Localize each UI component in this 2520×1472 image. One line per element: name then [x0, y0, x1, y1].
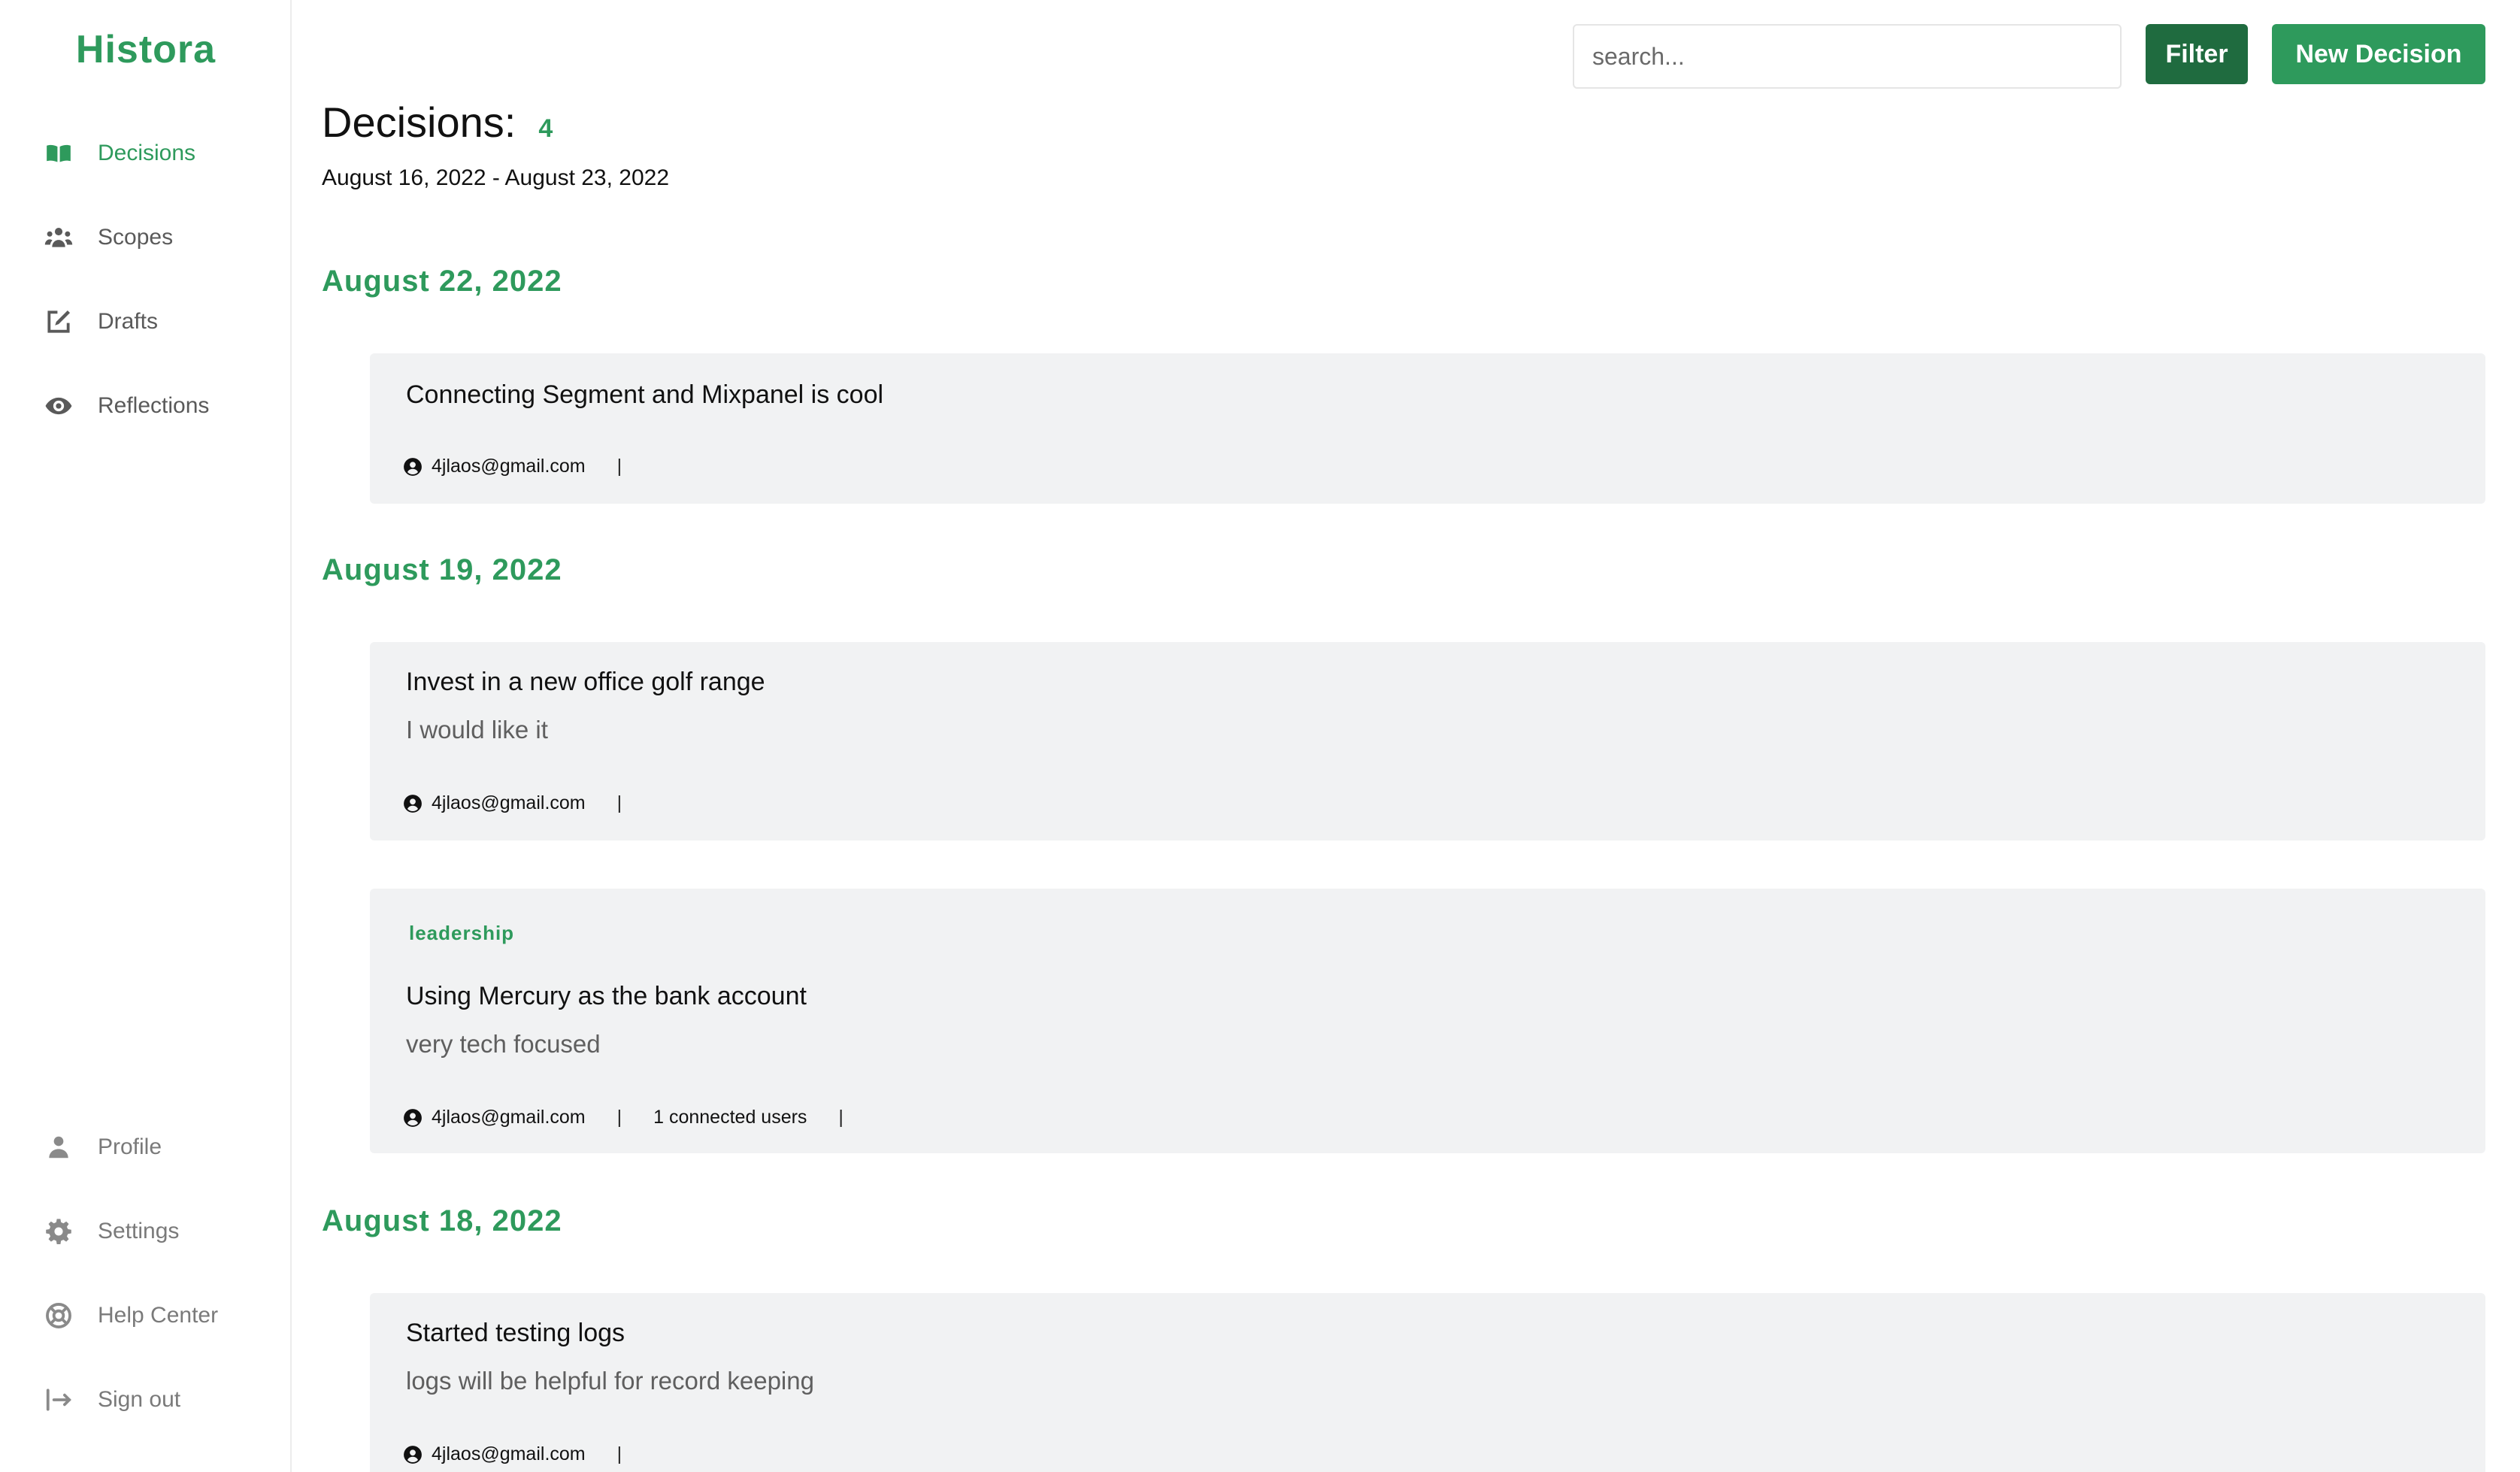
decision-author[interactable]: 4jlaos@gmail.com	[432, 456, 586, 477]
decision-meta: 4jlaos@gmail.com |	[403, 792, 653, 814]
new-decision-button[interactable]: New Decision	[2272, 24, 2485, 84]
sidebar-item-help-center[interactable]: Help Center	[42, 1293, 218, 1338]
sidebar-item-decisions[interactable]: Decisions	[42, 131, 195, 176]
decision-description: I would like it	[406, 716, 548, 744]
date-group-heading: August 22, 2022	[322, 265, 562, 298]
decision-description: logs will be helpful for record keeping	[406, 1367, 814, 1395]
sidebar-item-profile[interactable]: Profile	[42, 1125, 162, 1170]
sidebar-item-reflections[interactable]: Reflections	[42, 383, 209, 429]
decision-description: very tech focused	[406, 1030, 601, 1058]
decision-card[interactable]: leadership Using Mercury as the bank acc…	[370, 889, 2485, 1153]
meta-separator: |	[616, 1107, 622, 1128]
user-circle-icon	[403, 794, 423, 813]
decision-card[interactable]: Started testing logs logs will be helpfu…	[370, 1293, 2485, 1472]
scope-tag[interactable]: leadership	[409, 922, 514, 945]
date-group-heading: August 18, 2022	[322, 1204, 562, 1237]
user-circle-icon	[403, 457, 423, 477]
sidebar: Histora Decisions Scopes Drafts Reflecti…	[0, 0, 292, 1472]
sidebar-item-label: Help Center	[98, 1303, 219, 1328]
decision-title: Using Mercury as the bank account	[406, 982, 807, 1010]
decision-author[interactable]: 4jlaos@gmail.com	[432, 1443, 586, 1465]
meta-separator: |	[838, 1107, 844, 1128]
date-range: August 16, 2022 - August 23, 2022	[322, 165, 670, 190]
decision-card[interactable]: Invest in a new office golf range I woul…	[370, 642, 2485, 840]
page-title: Decisions:	[322, 98, 516, 146]
app-root: Histora Decisions Scopes Drafts Reflecti…	[0, 0, 2520, 1472]
sidebar-item-label: Scopes	[98, 225, 174, 250]
meta-separator: |	[616, 456, 622, 477]
decision-count-badge: 4	[538, 114, 553, 143]
users-icon	[42, 221, 75, 254]
decision-title: Invest in a new office golf range	[406, 668, 765, 696]
meta-separator: |	[616, 1443, 622, 1464]
user-circle-icon	[403, 1445, 423, 1464]
meta-separator: |	[616, 792, 622, 813]
filter-button[interactable]: Filter	[2146, 24, 2248, 84]
book-icon	[42, 137, 75, 170]
eye-icon	[42, 389, 75, 423]
search-input[interactable]	[1573, 24, 2122, 89]
decision-title: Connecting Segment and Mixpanel is cool	[406, 380, 884, 409]
sidebar-item-label: Decisions	[98, 141, 196, 165]
sidebar-item-drafts[interactable]: Drafts	[42, 299, 158, 344]
decision-meta: 4jlaos@gmail.com | 1 connected users |	[403, 1107, 875, 1128]
lifebuoy-icon	[42, 1299, 75, 1332]
sidebar-item-label: Sign out	[98, 1387, 181, 1412]
user-icon	[42, 1131, 75, 1164]
decision-meta: 4jlaos@gmail.com |	[403, 456, 653, 477]
date-group-heading: August 19, 2022	[322, 553, 562, 586]
sidebar-item-label: Profile	[98, 1134, 162, 1159]
sign-out-icon	[42, 1383, 75, 1416]
sidebar-item-label: Drafts	[98, 309, 159, 334]
decision-author[interactable]: 4jlaos@gmail.com	[432, 792, 586, 814]
decision-title: Started testing logs	[406, 1319, 625, 1347]
sidebar-item-scopes[interactable]: Scopes	[42, 215, 173, 260]
page-header: Decisions: 4	[322, 98, 553, 147]
gear-icon	[42, 1215, 75, 1248]
edit-icon	[42, 305, 75, 338]
sidebar-item-label: Settings	[98, 1219, 180, 1243]
connected-users-count[interactable]: 1 connected users	[653, 1107, 807, 1128]
decision-author[interactable]: 4jlaos@gmail.com	[432, 1107, 586, 1128]
decision-card[interactable]: Connecting Segment and Mixpanel is cool …	[370, 353, 2485, 504]
brand-logo[interactable]: Histora	[0, 27, 292, 72]
sidebar-item-label: Reflections	[98, 393, 210, 418]
decision-meta: 4jlaos@gmail.com |	[403, 1443, 653, 1465]
sidebar-item-settings[interactable]: Settings	[42, 1209, 179, 1254]
user-circle-icon	[403, 1108, 423, 1128]
sidebar-item-sign-out[interactable]: Sign out	[42, 1377, 180, 1422]
